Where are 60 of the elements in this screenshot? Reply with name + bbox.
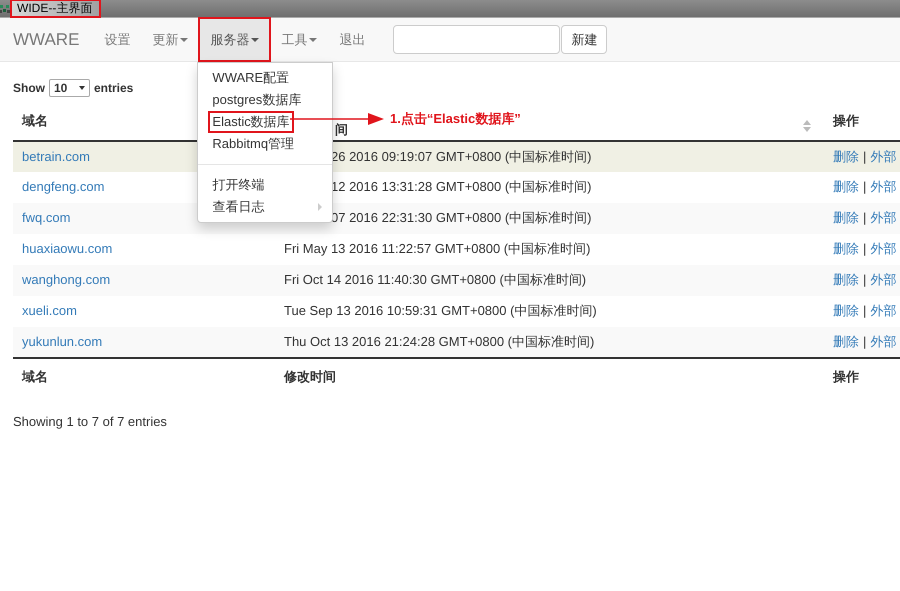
- domain-link[interactable]: betrain.com: [22, 148, 90, 164]
- column-header: 操作: [824, 358, 900, 396]
- length-label: entries: [94, 80, 134, 97]
- dropdown-item[interactable]: WWARE配置: [212, 67, 328, 89]
- table-cell: Tue Sep 13 2016 10:59:31 GMT+0800 (中国标准时间): [275, 296, 824, 326]
- action-link[interactable]: 外部: [870, 334, 896, 349]
- search-field[interactable]: [393, 25, 560, 54]
- action-link[interactable]: 外部: [870, 148, 896, 164]
- nav-link[interactable]: 退出: [328, 18, 376, 61]
- table-cell: Thu Oct 13 2016 21:24:28 GMT+0800 (中国标准时间): [275, 326, 824, 358]
- separator: |: [863, 179, 866, 194]
- nav-link[interactable]: 更新: [141, 18, 200, 61]
- action-link[interactable]: 删除: [833, 303, 859, 318]
- action-link[interactable]: 外部: [870, 303, 896, 318]
- column-header: 修改时间: [275, 358, 824, 396]
- submenu-arrow-icon: [318, 203, 322, 211]
- action-link[interactable]: 外部: [870, 210, 896, 226]
- separator: |: [863, 241, 866, 256]
- domain-link[interactable]: huaxiaowu.com: [22, 241, 112, 256]
- app-icon: [0, 4, 10, 14]
- caret-icon: [309, 38, 318, 42]
- caret-icon: [180, 38, 188, 42]
- length-label: Show: [13, 80, 45, 97]
- domain-link[interactable]: fwq.com: [22, 210, 70, 226]
- brand-link[interactable]: WWARE: [13, 26, 80, 52]
- action-link[interactable]: 删除: [833, 334, 859, 349]
- table-cell: Fri May 13 2016 11:22:57 GMT+0800 (中国标准时间): [275, 234, 824, 264]
- action-link[interactable]: 外部: [870, 272, 896, 288]
- column-header[interactable]: 间: [335, 122, 348, 137]
- column-header: 域名: [13, 358, 275, 396]
- separator: |: [863, 334, 866, 349]
- nav-link[interactable]: 服务器: [199, 18, 270, 61]
- action-link[interactable]: 删除: [833, 179, 859, 194]
- domain-link[interactable]: xueli.com: [22, 303, 77, 318]
- nav-link[interactable]: 工具: [270, 18, 328, 61]
- separator: |: [863, 148, 866, 164]
- action-link[interactable]: 外部: [870, 241, 896, 256]
- action-link[interactable]: 删除: [833, 148, 859, 164]
- column-header: 操作: [833, 113, 859, 128]
- domain-link[interactable]: yukunlun.com: [22, 334, 102, 349]
- domain-link[interactable]: dengfeng.com: [22, 179, 104, 194]
- table-cell: Fri Oct 14 2016 11:40:30 GMT+0800 (中国标准时间): [275, 264, 824, 296]
- caret-icon: [251, 38, 260, 42]
- sort-icon[interactable]: [803, 120, 811, 132]
- new-button[interactable]: 新建: [561, 25, 608, 54]
- action-link[interactable]: 删除: [833, 272, 859, 288]
- action-link[interactable]: 删除: [833, 241, 859, 256]
- nav-link[interactable]: 设置: [93, 18, 142, 61]
- domain-link[interactable]: wanghong.com: [22, 272, 110, 288]
- table-info: Showing 1 to 7 of 7 entries: [13, 412, 168, 431]
- separator: |: [863, 272, 866, 288]
- separator: |: [863, 303, 866, 318]
- annotation-text: 1.点击“Elastic数据库”: [390, 110, 521, 128]
- dropdown-item[interactable]: postgres数据库: [212, 89, 328, 111]
- window-title: WIDE--主界面: [11, 0, 100, 17]
- column-header[interactable]: 域名: [22, 113, 48, 128]
- action-link[interactable]: 外部: [870, 179, 896, 194]
- separator: |: [863, 210, 866, 226]
- action-link[interactable]: 删除: [833, 210, 859, 226]
- entries-select[interactable]: 10: [49, 79, 90, 97]
